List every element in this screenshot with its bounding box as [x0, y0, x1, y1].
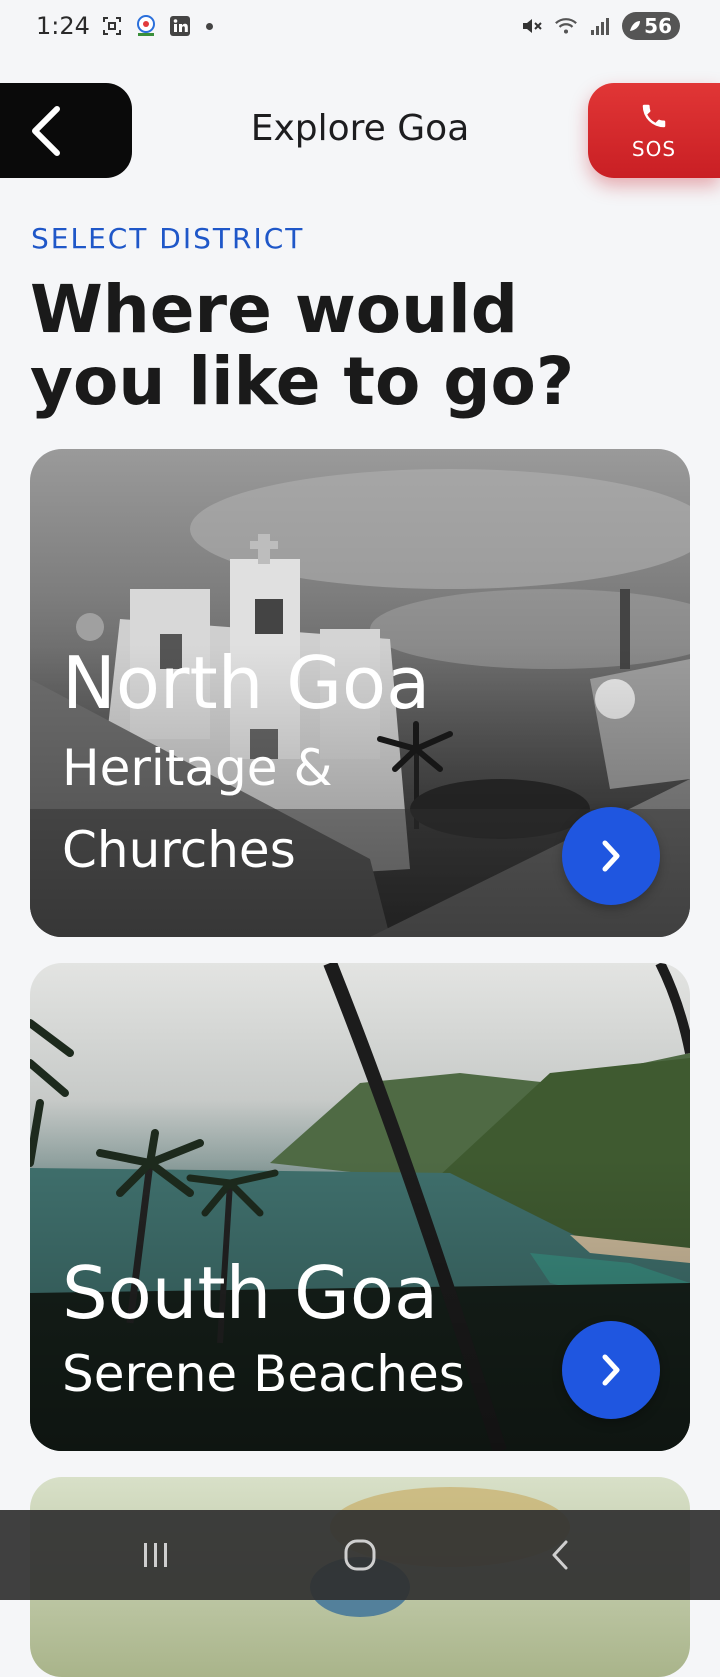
- battery-level: 56: [644, 14, 672, 38]
- status-bar: 1:24 56: [0, 0, 720, 56]
- status-left-icons: [100, 14, 213, 38]
- nav-back-button[interactable]: [530, 1532, 590, 1578]
- card-next-button[interactable]: [562, 1321, 660, 1419]
- home-button[interactable]: [330, 1532, 390, 1578]
- select-district-label: SELECT DISTRICT: [31, 222, 305, 255]
- district-card-north-goa[interactable]: North Goa Heritage & Churches: [30, 449, 690, 937]
- status-time: 1:24: [36, 12, 90, 40]
- mute-icon: [520, 14, 544, 38]
- card-next-button[interactable]: [562, 807, 660, 905]
- chevron-right-icon: [602, 1354, 620, 1386]
- recents-icon: [144, 1543, 167, 1567]
- system-nav-bar: [0, 1510, 720, 1600]
- signal-icon: [588, 14, 612, 38]
- back-icon: [552, 1540, 568, 1570]
- card-title: South Goa: [62, 1251, 439, 1335]
- wifi-icon: [554, 14, 578, 38]
- sos-label: SOS: [631, 136, 677, 161]
- sos-button[interactable]: SOS: [588, 83, 720, 178]
- card-subtitle: Serene Beaches: [62, 1345, 465, 1403]
- section-title: Where would you like to go?: [30, 271, 575, 420]
- battery-icon: 56: [622, 12, 680, 40]
- recents-button[interactable]: [126, 1532, 186, 1578]
- phone-icon: [642, 104, 666, 127]
- linkedin-icon: [168, 14, 192, 38]
- screenshot-icon: [100, 14, 124, 38]
- card-subtitle: Heritage & Churches: [62, 739, 333, 879]
- dot-icon: [206, 22, 213, 30]
- chevron-right-icon: [602, 840, 620, 872]
- app-icon: [134, 14, 158, 38]
- status-right-icons: 56: [520, 12, 680, 40]
- card-title: North Goa: [62, 641, 431, 725]
- home-icon: [344, 1539, 376, 1571]
- district-card-south-goa[interactable]: South Goa Serene Beaches: [30, 963, 690, 1451]
